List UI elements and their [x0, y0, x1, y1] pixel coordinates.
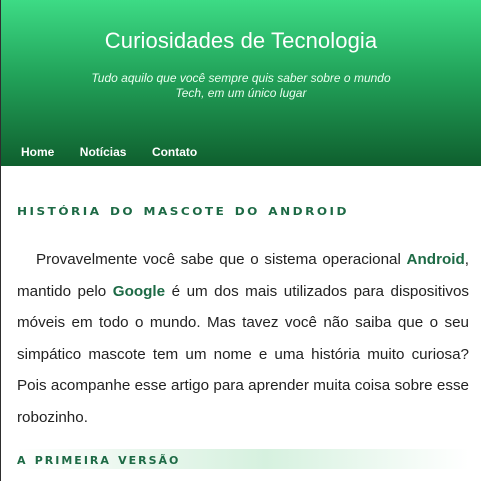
main-nav: Home Notícias Contato	[1, 143, 481, 161]
android-highlight: Android	[406, 251, 465, 268]
google-highlight: Google	[112, 282, 166, 300]
nav-item-noticias[interactable]: Notícias	[80, 145, 127, 159]
page: Curiosidades de Tecnologia Tudo aquilo q…	[0, 0, 481, 481]
article: História do mascote do Android Provavelm…	[1, 166, 481, 469]
nav-item-home[interactable]: Home	[21, 145, 54, 159]
section-heading: A primeira versão	[17, 449, 469, 469]
site-title: Curiosidades de Tecnologia	[104, 28, 378, 53]
article-body: Provavelmente você sabe que o sistema op…	[17, 244, 469, 433]
article-text-1: Provavelmente você sabe que o sistema op…	[36, 251, 407, 268]
nav-item-contato[interactable]: Contato	[152, 145, 197, 159]
article-text-3: é um dos mais utilizados para dispositiv…	[17, 282, 469, 426]
site-subtitle: Tudo aquilo que você sempre quis saber s…	[91, 71, 391, 100]
site-header: Curiosidades de Tecnologia Tudo aquilo q…	[1, 0, 481, 166]
article-title: História do mascote do Android	[17, 200, 349, 220]
